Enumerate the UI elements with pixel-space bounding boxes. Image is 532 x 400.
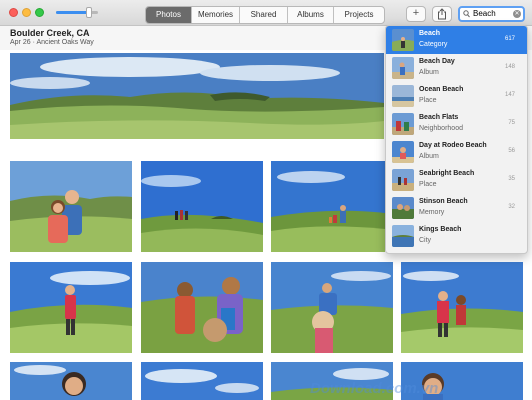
suggestion-type: Place [419, 97, 437, 104]
kids-walk-image [271, 262, 393, 353]
suggestion-name: Ocean Beach [419, 86, 464, 93]
sky-clouds-image [141, 362, 263, 400]
suggestion-item[interactable]: Seabright Beach Place 35 [386, 166, 527, 194]
minimize-window-button[interactable] [22, 8, 31, 17]
suggestion-item[interactable]: Kings Beach City [386, 222, 527, 250]
suggestion-type: Place [419, 181, 437, 188]
watermark-logo: Download.com.vn [310, 380, 439, 397]
zoom-slider-knob[interactable] [85, 7, 92, 18]
suggestion-thumbnail [392, 141, 414, 163]
photo-sky-clouds[interactable] [141, 362, 263, 400]
suggestion-name: Seabright Beach [419, 170, 475, 177]
search-icon [463, 10, 470, 18]
suggestion-name: Beach [419, 30, 441, 37]
suggestion-count: 148 [504, 64, 515, 70]
landscape-image [10, 53, 384, 139]
suggestion-type: Album [419, 69, 439, 76]
photo-two-kids[interactable] [401, 262, 523, 353]
suggestion-count: 147 [504, 92, 515, 98]
suggestion-type: Memory [419, 209, 445, 216]
moment-subtitle: Apr 26 · Ancient Oaks Way [10, 39, 94, 46]
suggestion-count: 35 [508, 176, 515, 182]
hike-family-image [271, 161, 385, 252]
share-icon [438, 8, 446, 20]
suggestion-thumbnail [392, 85, 414, 107]
photo-girl-smile[interactable] [10, 362, 132, 400]
suggestion-count: 56 [508, 148, 515, 154]
toolbar: Photos Memories Shared Albums Projects +… [0, 0, 532, 26]
photo-kids-hill[interactable] [141, 262, 263, 353]
hill-group-image [141, 161, 263, 252]
photo-hike-family[interactable] [271, 161, 385, 252]
suggestion-thumbnail [392, 29, 414, 51]
search-field[interactable]: Beach ✕ [458, 6, 525, 22]
suggestion-thumbnail [392, 197, 414, 219]
suggestion-item[interactable]: Beach Day Album 148 [386, 54, 527, 82]
suggestion-thumbnail [392, 113, 414, 135]
suggestion-type: Neighborhood [419, 125, 463, 132]
photo-hill-group[interactable] [141, 161, 263, 252]
close-window-button[interactable] [9, 8, 18, 17]
suggestion-name: Stinson Beach [419, 198, 468, 205]
tab-photos[interactable]: Photos [146, 7, 192, 23]
couple-image [10, 161, 132, 252]
suggestion-thumbnail [392, 169, 414, 191]
suggestion-name: Beach Flats [419, 114, 459, 121]
suggestion-type: City [419, 237, 432, 244]
photo-couple[interactable] [10, 161, 132, 252]
share-button[interactable] [432, 6, 452, 22]
suggestion-item[interactable]: Stinson Beach Memory 32 [386, 194, 527, 222]
tab-shared[interactable]: Shared [240, 7, 288, 23]
suggestion-thumbnail [392, 225, 414, 247]
suggestion-name: Beach Day [419, 58, 455, 65]
suggestion-item[interactable]: Ocean Beach Place 147 [386, 82, 527, 110]
maximize-window-button[interactable] [35, 8, 44, 17]
search-suggestions: Beach Category 617 Beach Day Album 148 O… [385, 25, 528, 254]
add-button[interactable]: + [406, 6, 426, 22]
suggestion-item[interactable]: Beach Category 617 [386, 26, 527, 54]
moment-title: Boulder Creek, CA [10, 28, 90, 38]
tab-albums[interactable]: Albums [288, 7, 334, 23]
kids-hill-image [141, 262, 263, 353]
search-input[interactable]: Beach [473, 8, 496, 20]
suggestion-name: Day at Rodeo Beach [419, 142, 487, 149]
girl-smile-image [10, 362, 132, 400]
zoom-slider[interactable] [56, 7, 98, 18]
tab-projects[interactable]: Projects [334, 7, 384, 23]
suggestion-type: Category [419, 41, 448, 48]
suggestion-count: 617 [504, 36, 515, 42]
suggestion-count: 32 [508, 204, 515, 210]
photo-panorama[interactable] [10, 53, 384, 139]
two-kids-image [401, 262, 523, 353]
view-tabs: Photos Memories Shared Albums Projects [145, 6, 385, 24]
suggestion-item[interactable]: Beach Flats Neighborhood 75 [386, 110, 527, 138]
suggestion-count: 75 [508, 120, 515, 126]
clear-search-icon[interactable]: ✕ [513, 10, 521, 18]
suggestion-type: Album [419, 153, 439, 160]
tab-memories[interactable]: Memories [192, 7, 240, 23]
photo-girl-red[interactable] [10, 262, 132, 353]
suggestion-name: Kings Beach [419, 226, 462, 233]
photo-kids-walk[interactable] [271, 262, 393, 353]
girl-red-image [10, 262, 132, 353]
suggestion-item[interactable]: Day at Rodeo Beach Album 56 [386, 138, 527, 166]
zoom-slider-fill [56, 11, 89, 14]
suggestion-thumbnail [392, 57, 414, 79]
